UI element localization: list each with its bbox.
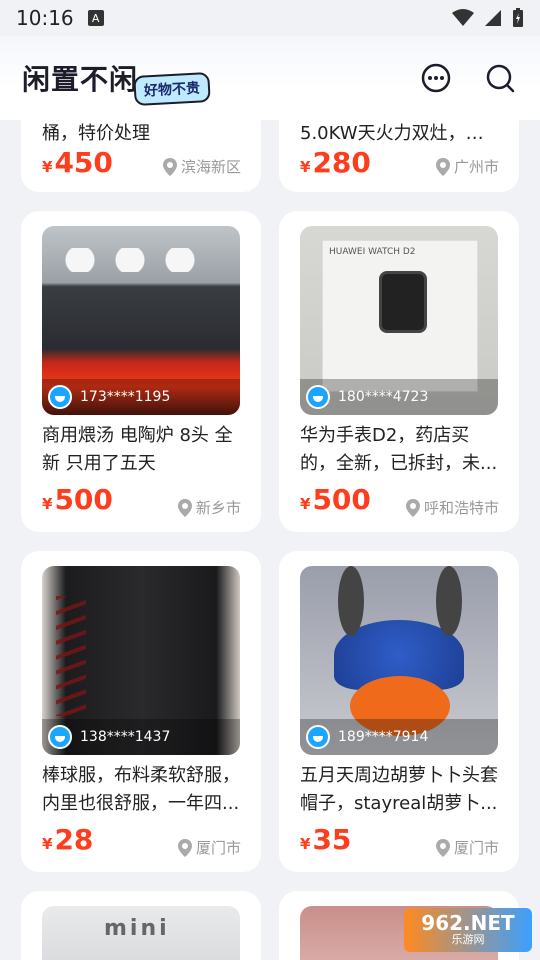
seller-id: 180****4723 bbox=[338, 389, 429, 405]
signal-icon bbox=[485, 10, 501, 26]
rabbit-ears bbox=[338, 566, 364, 636]
cup-brand-text: mini bbox=[104, 916, 170, 941]
notification-icon: A bbox=[87, 10, 104, 26]
location-pin-icon bbox=[162, 157, 177, 176]
seller-id: 173****1195 bbox=[80, 389, 171, 405]
product-location: 厦门市 bbox=[435, 837, 499, 858]
app-logo: 闲置不闲 好物不贵 bbox=[22, 58, 211, 106]
product-card[interactable]: 189****7914 五月天周边胡萝卜卜头套帽子，stayreal胡萝卜...… bbox=[279, 551, 519, 872]
location-text: 厦门市 bbox=[453, 839, 499, 857]
product-location: 广州市 bbox=[435, 156, 499, 177]
status-time: 10:16 bbox=[16, 6, 74, 30]
price-value: 450 bbox=[54, 146, 113, 179]
product-card[interactable]: 173****1195 商用煨汤 电陶炉 8头 全新 只用了五天 ¥ 500 新… bbox=[21, 211, 261, 532]
product-image: 189****7914 bbox=[300, 566, 498, 755]
seller-info: 138****1437 bbox=[42, 719, 240, 755]
search-icon bbox=[486, 64, 515, 93]
product-price: ¥ 280 bbox=[300, 146, 371, 179]
chat-bubble-icon bbox=[421, 63, 451, 93]
location-text: 新乡市 bbox=[195, 499, 241, 517]
location-pin-icon bbox=[177, 498, 192, 517]
avatar-icon bbox=[306, 385, 330, 409]
product-location: 滨海新区 bbox=[162, 156, 241, 177]
watch-graphic bbox=[379, 271, 427, 333]
product-title: 商用煨汤 电陶炉 8头 全新 只用了五天 bbox=[42, 425, 233, 474]
currency-symbol: ¥ bbox=[42, 835, 53, 853]
product-title: 五月天周边胡萝卜卜头套帽子，stayreal胡萝卜... bbox=[300, 765, 498, 814]
product-title: 5.0KW天火力双灶，型... bbox=[300, 123, 466, 144]
seller-info: 189****7914 bbox=[300, 719, 498, 755]
product-price: ¥ 500 bbox=[42, 483, 113, 516]
currency-symbol: ¥ bbox=[300, 835, 311, 853]
price-value: 35 bbox=[312, 823, 352, 856]
location-text: 厦门市 bbox=[195, 839, 241, 857]
product-card[interactable]: 138****1437 棒球服，布料柔软舒服，内里也很舒服，一年四... ¥ 2… bbox=[21, 551, 261, 872]
currency-symbol: ¥ bbox=[42, 495, 53, 513]
product-image: mini bbox=[42, 906, 240, 960]
avatar-icon bbox=[48, 385, 72, 409]
seller-id: 138****1437 bbox=[80, 729, 171, 745]
logo-tag: 好物不贵 bbox=[133, 72, 211, 106]
watermark-logo: 962.NET 乐游网 bbox=[404, 908, 532, 952]
seller-info: 173****1195 bbox=[42, 379, 240, 415]
seller-id: 189****7914 bbox=[338, 729, 429, 745]
price-value: 28 bbox=[54, 823, 94, 856]
pot-graphic bbox=[60, 248, 220, 272]
price-value: 500 bbox=[312, 483, 371, 516]
search-button[interactable] bbox=[482, 60, 518, 96]
product-location: 呼和浩特市 bbox=[405, 497, 499, 518]
product-image: 138****1437 bbox=[42, 566, 240, 755]
location-text: 滨海新区 bbox=[180, 158, 241, 176]
location-pin-icon bbox=[435, 157, 450, 176]
product-price: ¥ 450 bbox=[42, 146, 113, 179]
location-text: 呼和浩特市 bbox=[423, 499, 499, 517]
location-pin-icon bbox=[177, 838, 192, 857]
watch-box-graphic: HUAWEI WATCH D2 bbox=[322, 240, 478, 392]
product-image: 173****1195 bbox=[42, 226, 240, 415]
jacket-pattern bbox=[56, 596, 86, 716]
product-title: 华为手表D2，药店买的，全新，已拆封，未... bbox=[300, 425, 498, 474]
product-price: ¥ 500 bbox=[300, 483, 371, 516]
currency-symbol: ¥ bbox=[42, 158, 53, 176]
app-header: 闲置不闲 好物不贵 bbox=[0, 36, 540, 120]
product-location: 新乡市 bbox=[177, 497, 241, 518]
battery-icon bbox=[513, 8, 523, 27]
product-title: 桶，特价处理 bbox=[42, 123, 150, 144]
product-feed: 桶，特价处理 ¥ 450 滨海新区 5.0KW天火力双灶，型... ¥ 280 … bbox=[0, 120, 540, 960]
logo-title: 闲置不闲 bbox=[22, 63, 139, 96]
avatar-icon bbox=[48, 725, 72, 749]
location-pin-icon bbox=[405, 498, 420, 517]
status-bar: 10:16 A bbox=[0, 0, 540, 36]
product-card[interactable]: HUAWEI WATCH D2 180****4723 华为手表D2，药店买的，… bbox=[279, 211, 519, 532]
product-price: ¥ 35 bbox=[300, 823, 351, 856]
location-pin-icon bbox=[435, 838, 450, 857]
product-price: ¥ 28 bbox=[42, 823, 93, 856]
wifi-icon bbox=[452, 9, 474, 26]
currency-symbol: ¥ bbox=[300, 158, 311, 176]
product-title: 棒球服，布料柔软舒服，内里也很舒服，一年四... bbox=[42, 765, 240, 814]
seller-info: 180****4723 bbox=[300, 379, 498, 415]
product-image: HUAWEI WATCH D2 180****4723 bbox=[300, 226, 498, 415]
avatar-icon bbox=[306, 725, 330, 749]
watermark-line2: 乐游网 bbox=[451, 933, 485, 946]
location-text: 广州市 bbox=[453, 158, 499, 176]
message-button[interactable] bbox=[418, 60, 454, 96]
watermark-line1: 962.NET bbox=[421, 911, 515, 935]
currency-symbol: ¥ bbox=[300, 495, 311, 513]
product-card[interactable]: 桶，特价处理 ¥ 450 滨海新区 bbox=[21, 120, 261, 192]
product-card[interactable]: mini bbox=[21, 891, 261, 960]
price-value: 280 bbox=[312, 146, 371, 179]
watch-brand-text: HUAWEI WATCH D2 bbox=[329, 247, 416, 257]
product-card[interactable]: 5.0KW天火力双灶，型... ¥ 280 广州市 bbox=[279, 120, 519, 192]
product-location: 厦门市 bbox=[177, 837, 241, 858]
price-value: 500 bbox=[54, 483, 113, 516]
